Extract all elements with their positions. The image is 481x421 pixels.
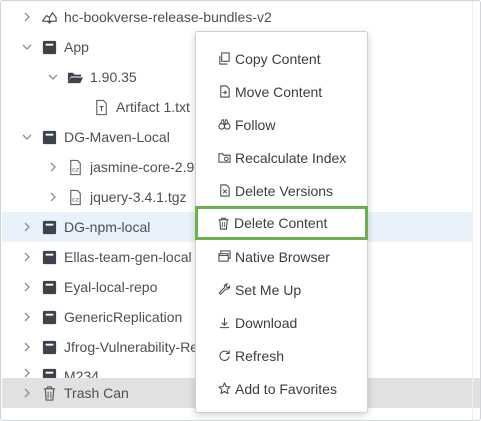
menu-item-label: Download xyxy=(235,314,298,331)
repository-icon xyxy=(40,248,58,266)
tree-row-label: jquery-3.4.1.tgz xyxy=(90,189,187,205)
menu-item-move-content[interactable]: Move Content xyxy=(196,75,367,108)
repository-icon xyxy=(40,308,58,326)
chevron-right-icon[interactable] xyxy=(20,310,34,324)
tree-row-label: Artifact 1.txt xyxy=(116,99,190,115)
chevron-right-icon[interactable] xyxy=(20,366,34,378)
menu-item-native-browser[interactable]: Native Browser xyxy=(196,240,367,273)
menu-item-label: Native Browser xyxy=(235,248,330,265)
repository-icon xyxy=(40,366,58,378)
tree-row-label: Jfrog-Vulnerability-Re xyxy=(64,339,199,355)
copy-icon xyxy=(216,51,232,67)
star-icon xyxy=(216,381,232,397)
menu-item-label: Follow xyxy=(235,116,276,133)
chevron-right-icon[interactable] xyxy=(20,10,34,24)
chevron-right-icon[interactable] xyxy=(20,386,34,400)
chevron-right-icon[interactable] xyxy=(46,190,60,204)
repository-icon xyxy=(40,278,58,296)
repository-icon xyxy=(40,128,58,146)
move-icon xyxy=(216,84,232,100)
repository-icon xyxy=(40,218,58,236)
tree-row-label: jasmine-core-2.9 xyxy=(90,159,195,175)
svg-text:GZ: GZ xyxy=(72,167,80,173)
chevron-down-icon[interactable] xyxy=(20,130,34,144)
text-file-icon xyxy=(92,98,110,116)
svg-text:GZ: GZ xyxy=(72,197,80,203)
tree-row-label: DG-Maven-Local xyxy=(64,129,170,145)
menu-item-delete-content[interactable]: Delete Content xyxy=(195,206,368,240)
wrench-icon xyxy=(216,282,232,298)
tree-row-release-bundles[interactable]: hc-bookverse-release-bundles-v2 xyxy=(2,2,472,32)
tree-row-label: M234 xyxy=(64,368,100,378)
menu-item-follow[interactable]: Follow xyxy=(196,108,367,141)
browser-icon xyxy=(216,249,232,265)
delete-versions-icon xyxy=(216,183,232,199)
menu-item-label: Copy Content xyxy=(235,50,321,67)
menu-item-label: Recalculate Index xyxy=(235,149,347,166)
tree-row-label: Trash Can xyxy=(64,385,129,401)
binoculars-icon xyxy=(216,117,232,133)
artifact-browser-panel: hc-bookverse-release-bundles-v2 App 1.90… xyxy=(0,0,481,421)
archive-file-icon: GZ xyxy=(66,188,84,206)
tree-row-label: DG-npm-local xyxy=(64,219,151,235)
tree-row-label: hc-bookverse-release-bundles-v2 xyxy=(64,9,272,25)
tree-row-label: GenericReplication xyxy=(64,309,183,325)
menu-item-label: Set Me Up xyxy=(235,281,302,298)
chevron-right-icon[interactable] xyxy=(20,250,34,264)
menu-item-label: Move Content xyxy=(235,83,323,100)
chevron-right-icon[interactable] xyxy=(20,340,34,354)
archive-file-icon: GZ xyxy=(66,158,84,176)
chevron-down-icon[interactable] xyxy=(20,40,34,54)
menu-item-add-to-favorites[interactable]: Add to Favorites xyxy=(196,372,367,405)
recalculate-icon xyxy=(216,150,232,166)
context-menu: Copy Content Move Content Follow Recalcu… xyxy=(195,31,368,413)
tree-row-label: Ellas-team-gen-local xyxy=(64,249,192,265)
chevron-down-icon[interactable] xyxy=(46,70,60,84)
menu-item-copy-content[interactable]: Copy Content xyxy=(196,42,367,75)
folder-open-icon xyxy=(66,68,84,86)
repository-icon xyxy=(40,38,58,56)
trash-icon xyxy=(40,384,58,402)
menu-item-delete-versions[interactable]: Delete Versions xyxy=(196,174,367,207)
refresh-icon xyxy=(216,348,232,364)
scrollbar-track[interactable] xyxy=(472,1,473,420)
trash-icon xyxy=(215,215,231,231)
tree-row-label: App xyxy=(64,39,89,55)
menu-item-set-me-up[interactable]: Set Me Up xyxy=(196,273,367,306)
tree-row-label: 1.90.35 xyxy=(90,69,137,85)
menu-item-label: Add to Favorites xyxy=(235,380,337,397)
repository-icon xyxy=(40,338,58,356)
menu-item-refresh[interactable]: Refresh xyxy=(196,339,367,372)
chevron-right-icon[interactable] xyxy=(46,160,60,174)
menu-item-download[interactable]: Download xyxy=(196,306,367,339)
chevron-right-icon[interactable] xyxy=(20,280,34,294)
chevron-right-icon[interactable] xyxy=(20,220,34,234)
release-bundle-icon xyxy=(40,8,58,26)
menu-item-label: Refresh xyxy=(235,347,285,364)
tree-row-label: Eyal-local-repo xyxy=(64,279,158,295)
menu-item-label: Delete Versions xyxy=(235,182,334,199)
menu-item-recalculate-index[interactable]: Recalculate Index xyxy=(196,141,367,174)
menu-item-label: Delete Content xyxy=(234,215,328,231)
download-icon xyxy=(216,315,232,331)
